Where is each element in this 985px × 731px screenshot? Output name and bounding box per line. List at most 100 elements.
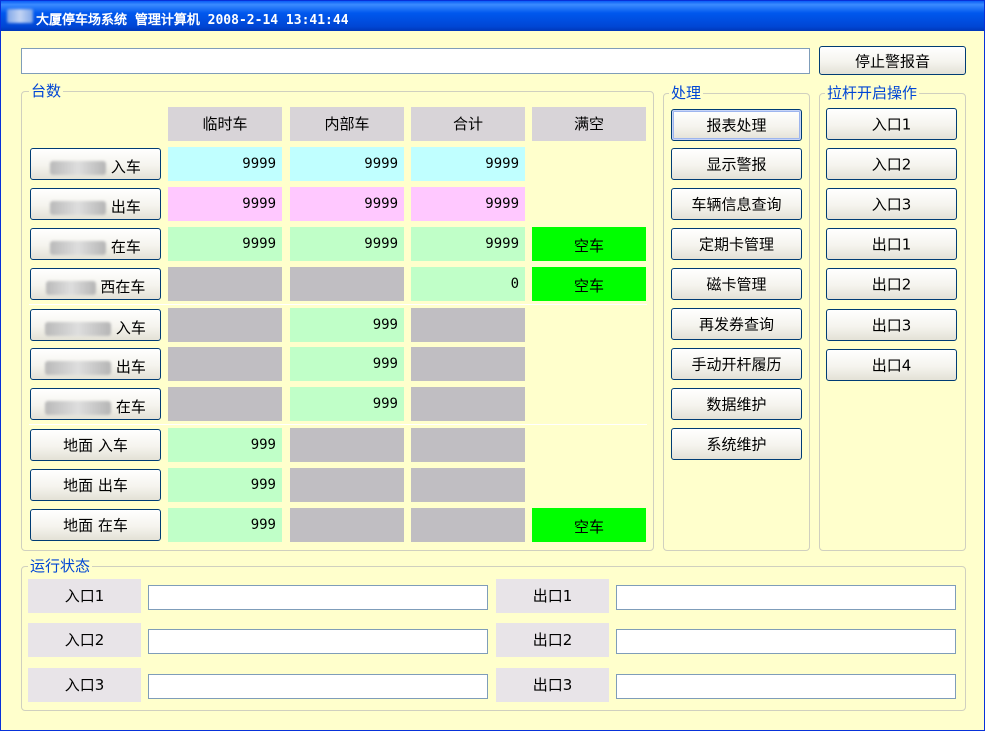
gate-entry-2-button[interactable]: 入口2 [826,148,957,180]
gate-entry-1-button[interactable]: 入口1 [826,108,957,140]
cell-internal: 999 [290,347,404,381]
row-b-out-button[interactable]: 出车 [30,348,161,380]
row-ground-present-button[interactable]: 地面 在车 [30,509,161,541]
gate-exit-1-button[interactable]: 出口1 [826,228,957,260]
redacted-name [50,240,107,255]
row-in-button[interactable]: 入车 [30,148,161,180]
gate-exit-3-button[interactable]: 出口3 [826,309,957,341]
process-group-title: 处理 [669,84,704,102]
main-window: 大厦停车场系统 管理计算机 2008-2-14 13:41:44 停止警报音 台… [0,0,985,731]
redacted-name [45,360,112,375]
gate-exit-2-button[interactable]: 出口2 [826,268,957,300]
status-group-title: 运行状态 [28,557,93,575]
cell-total: 0 [411,267,525,301]
row-b-present-button[interactable]: 在车 [30,388,161,420]
gate-exit-4-button[interactable]: 出口4 [826,349,957,381]
redacted-name [45,321,112,336]
status-empty-badge: 空车 [532,227,646,261]
row-ground-out-button[interactable]: 地面 出车 [30,469,161,501]
row-west-present-button[interactable]: 西在车 [30,268,161,300]
row-label: 地面 入车 [63,436,128,455]
gate-group-title: 拉杆开启操作 [825,84,920,102]
redacted-name [45,280,96,295]
cell-total [411,347,525,381]
cell-internal: 999 [290,387,404,421]
row-label: 西在车 [100,278,146,296]
data-maintenance-button[interactable]: 数据维护 [671,388,802,420]
status-entry-2-field[interactable] [148,629,488,654]
cell-temp: 999 [168,468,282,502]
status-exit-1-label: 出口1 [496,579,609,613]
status-entry-1-field[interactable] [148,585,488,610]
cell-temp [168,387,282,421]
cell-temp: 9999 [168,147,282,181]
message-field[interactable] [21,48,810,74]
window-title: 大厦停车场系统 管理计算机 2008-2-14 13:41:44 [36,13,349,28]
cell-total [411,428,525,462]
header-internal: 内部车 [290,107,404,141]
system-maintenance-button[interactable]: 系统维护 [671,428,802,460]
stop-alarm-button[interactable]: 停止警报音 [819,46,966,75]
status-entry-3-label: 入口3 [28,668,141,702]
cell-internal: 9999 [290,187,404,221]
cell-internal: 9999 [290,147,404,181]
cell-temp: 9999 [168,227,282,261]
row-label: 在车 [115,398,146,416]
reissue-ticket-button[interactable]: 再发券查询 [671,308,802,340]
cell-internal [290,428,404,462]
manual-open-history-button[interactable]: 手动开杆履历 [671,348,802,380]
header-full-empty: 满空 [532,107,646,141]
cell-total [411,468,525,502]
cell-temp: 999 [168,508,282,542]
report-button[interactable]: 报表处理 [671,109,802,141]
status-entry-2-label: 入口2 [28,623,141,657]
status-exit-3-label: 出口3 [496,668,609,702]
cell-internal: 999 [290,308,404,342]
cell-temp [168,267,282,301]
row-ground-in-button[interactable]: 地面 入车 [30,429,161,461]
row-label: 在车 [110,238,141,256]
cell-internal [290,468,404,502]
row-present-button[interactable]: 在车 [30,228,161,260]
cell-total: 9999 [411,147,525,181]
cell-temp: 9999 [168,187,282,221]
magnetic-card-button[interactable]: 磁卡管理 [671,268,802,300]
cell-internal [290,508,404,542]
row-label: 地面 在车 [63,516,128,535]
row-label: 入车 [110,158,141,176]
redacted-name [45,400,112,415]
header-temp: 临时车 [168,107,282,141]
counts-group-title: 台数 [29,82,64,100]
periodic-card-button[interactable]: 定期卡管理 [671,228,802,260]
row-b-in-button[interactable]: 入车 [30,309,161,341]
row-label: 地面 出车 [63,476,128,495]
row-out-button[interactable]: 出车 [30,188,161,220]
divider [29,424,647,425]
status-exit-2-field[interactable] [616,629,956,654]
cell-total [411,387,525,421]
cell-temp [168,308,282,342]
cell-total: 9999 [411,227,525,261]
title-bar[interactable]: 大厦停车场系统 管理计算机 2008-2-14 13:41:44 [1,1,984,31]
cell-total [411,508,525,542]
divider [29,304,647,305]
redacted-name [50,200,107,215]
cell-internal [290,267,404,301]
row-label: 出车 [110,198,141,216]
cell-total [411,308,525,342]
gate-entry-3-button[interactable]: 入口3 [826,188,957,220]
row-label: 入车 [115,319,146,337]
header-total: 合计 [411,107,525,141]
show-alarm-button[interactable]: 显示警报 [671,148,802,180]
status-empty-badge: 空车 [532,508,646,542]
status-empty-badge: 空车 [532,267,646,301]
vehicle-query-button[interactable]: 车辆信息查询 [671,188,802,220]
status-exit-3-field[interactable] [616,674,956,699]
cell-total: 9999 [411,187,525,221]
cell-temp [168,347,282,381]
cell-internal: 9999 [290,227,404,261]
status-entry-3-field[interactable] [148,674,488,699]
status-entry-1-label: 入口1 [28,579,141,613]
stop-alarm-label: 停止警报音 [854,52,930,70]
status-exit-1-field[interactable] [616,585,956,610]
